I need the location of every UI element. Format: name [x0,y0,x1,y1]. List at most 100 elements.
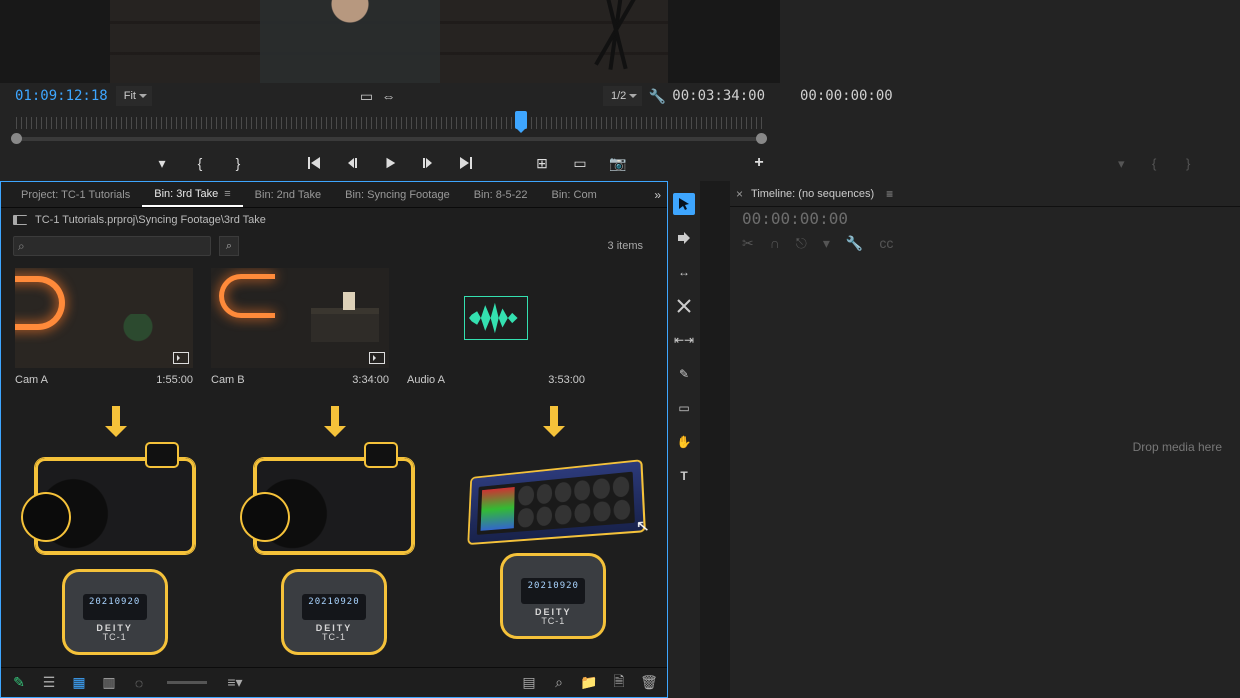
program-timecode[interactable]: 00:00:00:00 [800,88,893,104]
resolution-label: 1/2 [611,90,626,102]
clip-item[interactable]: Cam A 1:55:00 [15,268,193,386]
project-tab[interactable]: Bin: 2nd Take [243,182,333,207]
marker-icon[interactable]: ▾ [823,235,830,252]
project-tab[interactable]: Bin: Syncing Footage [333,182,462,207]
mark-in-button[interactable]: { [191,154,209,172]
clip-name: Cam A [15,374,48,386]
prog-marker-icon[interactable]: ▾ [1118,156,1132,170]
magnet-icon[interactable]: ∩ [770,235,780,252]
clip-name: Audio A [407,374,445,386]
step-forward-button[interactable] [419,154,437,172]
step-back-button[interactable] [343,154,361,172]
breadcrumb: TC-1 Tutorials.prproj\Syncing Footage\3r… [35,214,266,226]
timecode-box-illustration: 20210920 DEITYTC-1 [284,572,384,652]
tc-model: TC-1 [322,632,346,642]
arrow-icon [325,406,343,440]
safe-margins-button[interactable]: ▭ [359,89,373,103]
new-bin-button[interactable]: 📁 [581,675,597,691]
new-search-bin-button[interactable]: ⌕ [219,236,239,256]
project-tab-bar: Project: TC-1 TutorialsBin: 3rd Take≡Bin… [1,182,667,208]
icon-view-button[interactable]: ▦ [71,675,87,691]
source-video-frame [110,0,668,83]
insert-button[interactable]: ⊞ [533,154,551,172]
close-panel-button[interactable]: × [736,187,743,201]
prog-out-icon[interactable]: } [1186,156,1200,170]
go-to-out-button[interactable] [457,154,475,172]
overwrite-button[interactable]: ▭ [571,154,589,172]
tc-display: 20210920 [83,598,147,607]
mark-out-button[interactable]: } [229,154,247,172]
out-handle[interactable] [756,133,767,144]
sort-icon[interactable]: ◌ [131,675,147,691]
clip-thumbnail[interactable] [15,268,193,368]
thumb-size-slider[interactable] [167,681,207,684]
linked-selection-icon[interactable]: ⎋ [796,235,807,252]
prog-in-icon[interactable]: { [1152,156,1166,170]
slip-tool[interactable]: ⇤⇥ [673,329,695,351]
tc-model: TC-1 [541,616,565,626]
selection-tool[interactable] [673,193,695,215]
export-frame-button[interactable]: 📷 [609,154,627,172]
source-monitor [0,0,780,83]
ripple-edit-tool[interactable]: ↔ [673,261,695,283]
freeform-view-button[interactable]: ▥ [101,675,117,691]
timeline-title: Timeline: (no sequences) [751,188,874,200]
tab-menu-icon[interactable]: ≡ [224,188,230,200]
snap-icon[interactable]: ✂ [742,235,754,252]
timeline-panel: × Timeline: (no sequences) ≡ 00:00:00:00… [730,181,1240,698]
button-editor[interactable]: + [750,154,768,172]
tc-display: 20210920 [302,598,366,607]
list-view-button[interactable]: ☰ [41,675,57,691]
zoom-dropdown[interactable]: Fit [116,86,152,106]
tab-overflow-button[interactable]: » [654,188,661,202]
arrow-icon [544,406,562,440]
item-count: 3 items [608,240,655,252]
drag-video-icon[interactable]: ⇔ [381,89,395,103]
recorder-illustration: ↖ [470,461,645,543]
rectangle-tool[interactable]: ▭ [673,397,695,419]
type-tool[interactable]: T [673,465,695,487]
settings-icon[interactable]: 🔧 [650,89,664,103]
sort-menu-button[interactable]: ≡▾ [227,675,243,691]
go-to-in-button[interactable] [305,154,323,172]
waveform-icon [464,296,528,340]
track-select-tool[interactable] [673,227,695,249]
tc-model: TC-1 [103,632,127,642]
resolution-dropdown[interactable]: 1/2 [603,86,642,106]
clip-thumbnail[interactable] [211,268,389,368]
find-button[interactable]: ⌕ [551,675,567,691]
panel-menu-button[interactable]: ≡ [886,187,893,201]
timeline-settings-icon[interactable]: 🔧 [846,235,863,252]
hand-tool[interactable]: ✋ [673,431,695,453]
add-marker-button[interactable]: ▾ [153,154,171,172]
play-button[interactable] [381,154,399,172]
source-scrub-ruler[interactable] [0,109,780,145]
write-button[interactable]: ✎ [11,675,27,691]
timeline-timecode[interactable]: 00:00:00:00 [730,207,1240,231]
delete-button[interactable]: 🗑 [641,675,657,691]
clip-item[interactable]: Cam B3:34:00 [211,268,389,386]
source-timecode[interactable]: 01:09:12:18 [15,88,108,104]
caption-icon[interactable]: cc [879,235,893,252]
camera-illustration [35,458,195,554]
clip-thumbnail[interactable] [407,268,585,368]
playhead[interactable] [515,111,527,129]
razor-tool[interactable] [673,295,695,317]
clip-item[interactable]: Audio A3:53:00 [407,268,585,386]
search-input[interactable] [13,236,211,256]
in-handle[interactable] [11,133,22,144]
clip-duration: 1:55:00 [156,374,193,386]
new-item-button[interactable]: 🗎 [611,675,627,691]
nav-up-button[interactable] [13,215,27,225]
project-tab[interactable]: Bin: 3rd Take≡ [142,182,242,207]
camera-illustration [254,458,414,554]
project-tab[interactable]: Project: TC-1 Tutorials [9,182,142,207]
auto-sequence-button[interactable]: ▤ [521,675,537,691]
timecode-box-illustration: 20210920 DEITYTC-1 [503,556,603,636]
project-tab[interactable]: Bin: 8-5-22 [462,182,540,207]
source-duration: 00:03:34:00 [672,88,765,104]
project-tab[interactable]: Bin: Com [540,182,609,207]
pen-tool[interactable]: ✎ [673,363,695,385]
project-footer: ✎ ☰ ▦ ▥ ◌ ≡▾ ▤ ⌕ 📁 🗎 🗑 [1,667,667,697]
video-badge-icon [369,352,385,364]
